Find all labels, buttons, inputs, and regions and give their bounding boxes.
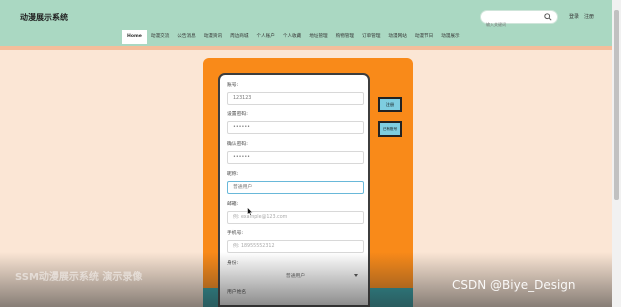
nav-item-address-management[interactable]: 地址管理 xyxy=(305,30,331,44)
confirm-password-field: 确认密码: •••••• xyxy=(227,141,365,164)
top-header: 动漫展示系统 登录 注册 Home 动漫交流 公告消息 动漫资讯 周边商城 个人… xyxy=(0,0,621,46)
nav-item-anime-news[interactable]: 动漫资讯 xyxy=(200,30,226,44)
register-link[interactable]: 注册 xyxy=(584,13,594,20)
account-label: 账号: xyxy=(227,83,239,88)
login-link[interactable]: 登录 xyxy=(569,13,579,20)
nickname-field: 昵称: 普通用户 xyxy=(227,171,365,194)
nav-item-home[interactable]: Home xyxy=(122,30,147,44)
csdn-watermark: CSDN @Biye_Design xyxy=(452,278,576,292)
confirm-password-label: 确认密码: xyxy=(227,142,248,147)
nav-item-anime-showcase[interactable]: 动漫展示 xyxy=(437,30,463,44)
search-icon[interactable] xyxy=(544,13,552,21)
header-stripe xyxy=(0,46,621,50)
site-title: 动漫展示系统 xyxy=(20,13,68,22)
nav-item-shopping-management[interactable]: 购物管理 xyxy=(332,30,358,44)
main-nav: Home 动漫交流 公告消息 动漫资讯 周边商城 个人账户 个人收藏 地址管理 … xyxy=(122,30,464,44)
nav-item-merch-store[interactable]: 周边商城 xyxy=(226,30,252,44)
password-input[interactable]: •••••• xyxy=(227,121,364,134)
password-field: 设置密码: •••••• xyxy=(227,111,365,134)
demo-watermark: SSM动漫展示系统 演示录像 xyxy=(15,272,143,283)
search-box[interactable] xyxy=(480,10,558,31)
scrollbar-thumb[interactable] xyxy=(614,10,619,200)
mouse-cursor-icon xyxy=(247,207,253,216)
nav-item-anime-sites[interactable]: 动漫网站 xyxy=(384,30,410,44)
nav-item-anime-exchange[interactable]: 动漫交流 xyxy=(147,30,173,44)
nav-item-announcements[interactable]: 公告消息 xyxy=(173,30,199,44)
phone-field: 手机号: 例: 18955552312 xyxy=(227,230,365,253)
search-input[interactable] xyxy=(486,18,544,31)
account-field: 账号: 123123 xyxy=(227,82,365,105)
password-label: 设置密码: xyxy=(227,112,248,117)
nav-item-order-management[interactable]: 订单管理 xyxy=(358,30,384,44)
account-input[interactable]: 123123 xyxy=(227,92,364,105)
confirm-password-input[interactable]: •••••• xyxy=(227,151,364,164)
register-button[interactable]: 注册 xyxy=(378,97,402,112)
has-account-button[interactable]: 已有账号 xyxy=(378,121,402,137)
phone-label: 手机号: xyxy=(227,231,244,236)
nav-item-favorites[interactable]: 个人收藏 xyxy=(279,30,305,44)
nav-item-personal-account[interactable]: 个人账户 xyxy=(252,30,278,44)
nickname-input[interactable]: 普通用户 xyxy=(227,181,364,194)
nickname-label: 昵称: xyxy=(227,172,239,177)
nav-item-anime-festivals[interactable]: 动漫节日 xyxy=(411,30,437,44)
